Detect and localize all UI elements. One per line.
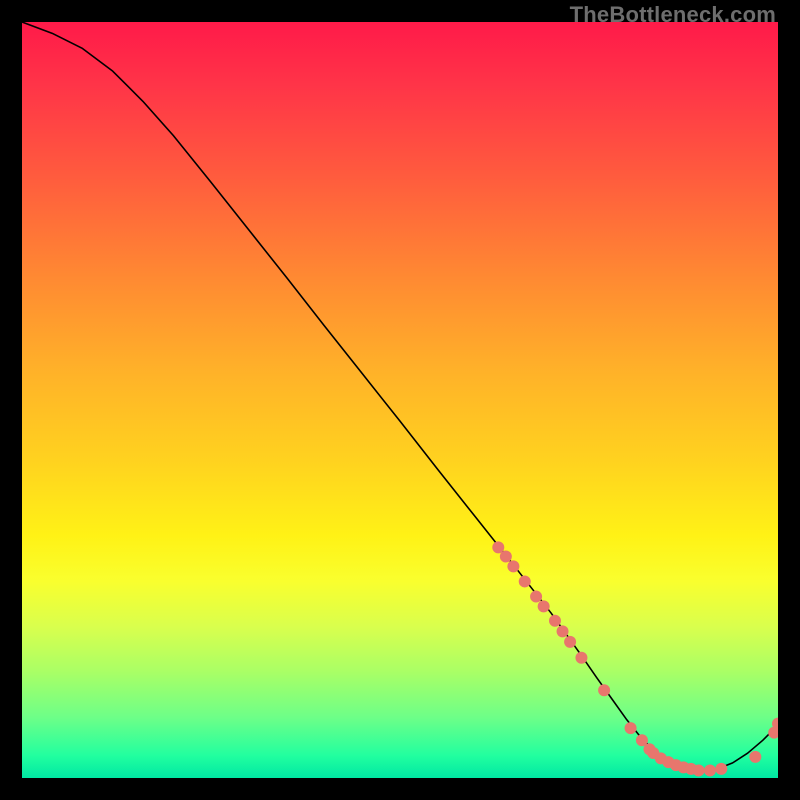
chart-stage: TheBottleneck.com [0, 0, 800, 800]
data-marker [749, 751, 761, 763]
data-marker [715, 763, 727, 775]
data-marker [693, 764, 705, 776]
data-marker [519, 575, 531, 587]
watermark-text: TheBottleneck.com [570, 2, 776, 28]
chart-svg [22, 22, 778, 778]
data-marker [549, 615, 561, 627]
data-marker [500, 550, 512, 562]
data-marker [598, 684, 610, 696]
data-marker [507, 560, 519, 572]
data-marker [557, 625, 569, 637]
data-marker [625, 722, 637, 734]
data-marker [704, 764, 716, 776]
data-marker [564, 636, 576, 648]
curve-line [22, 22, 778, 770]
data-marker [575, 652, 587, 664]
data-marker [530, 591, 542, 603]
data-marker [538, 600, 550, 612]
plot-area [22, 22, 778, 778]
